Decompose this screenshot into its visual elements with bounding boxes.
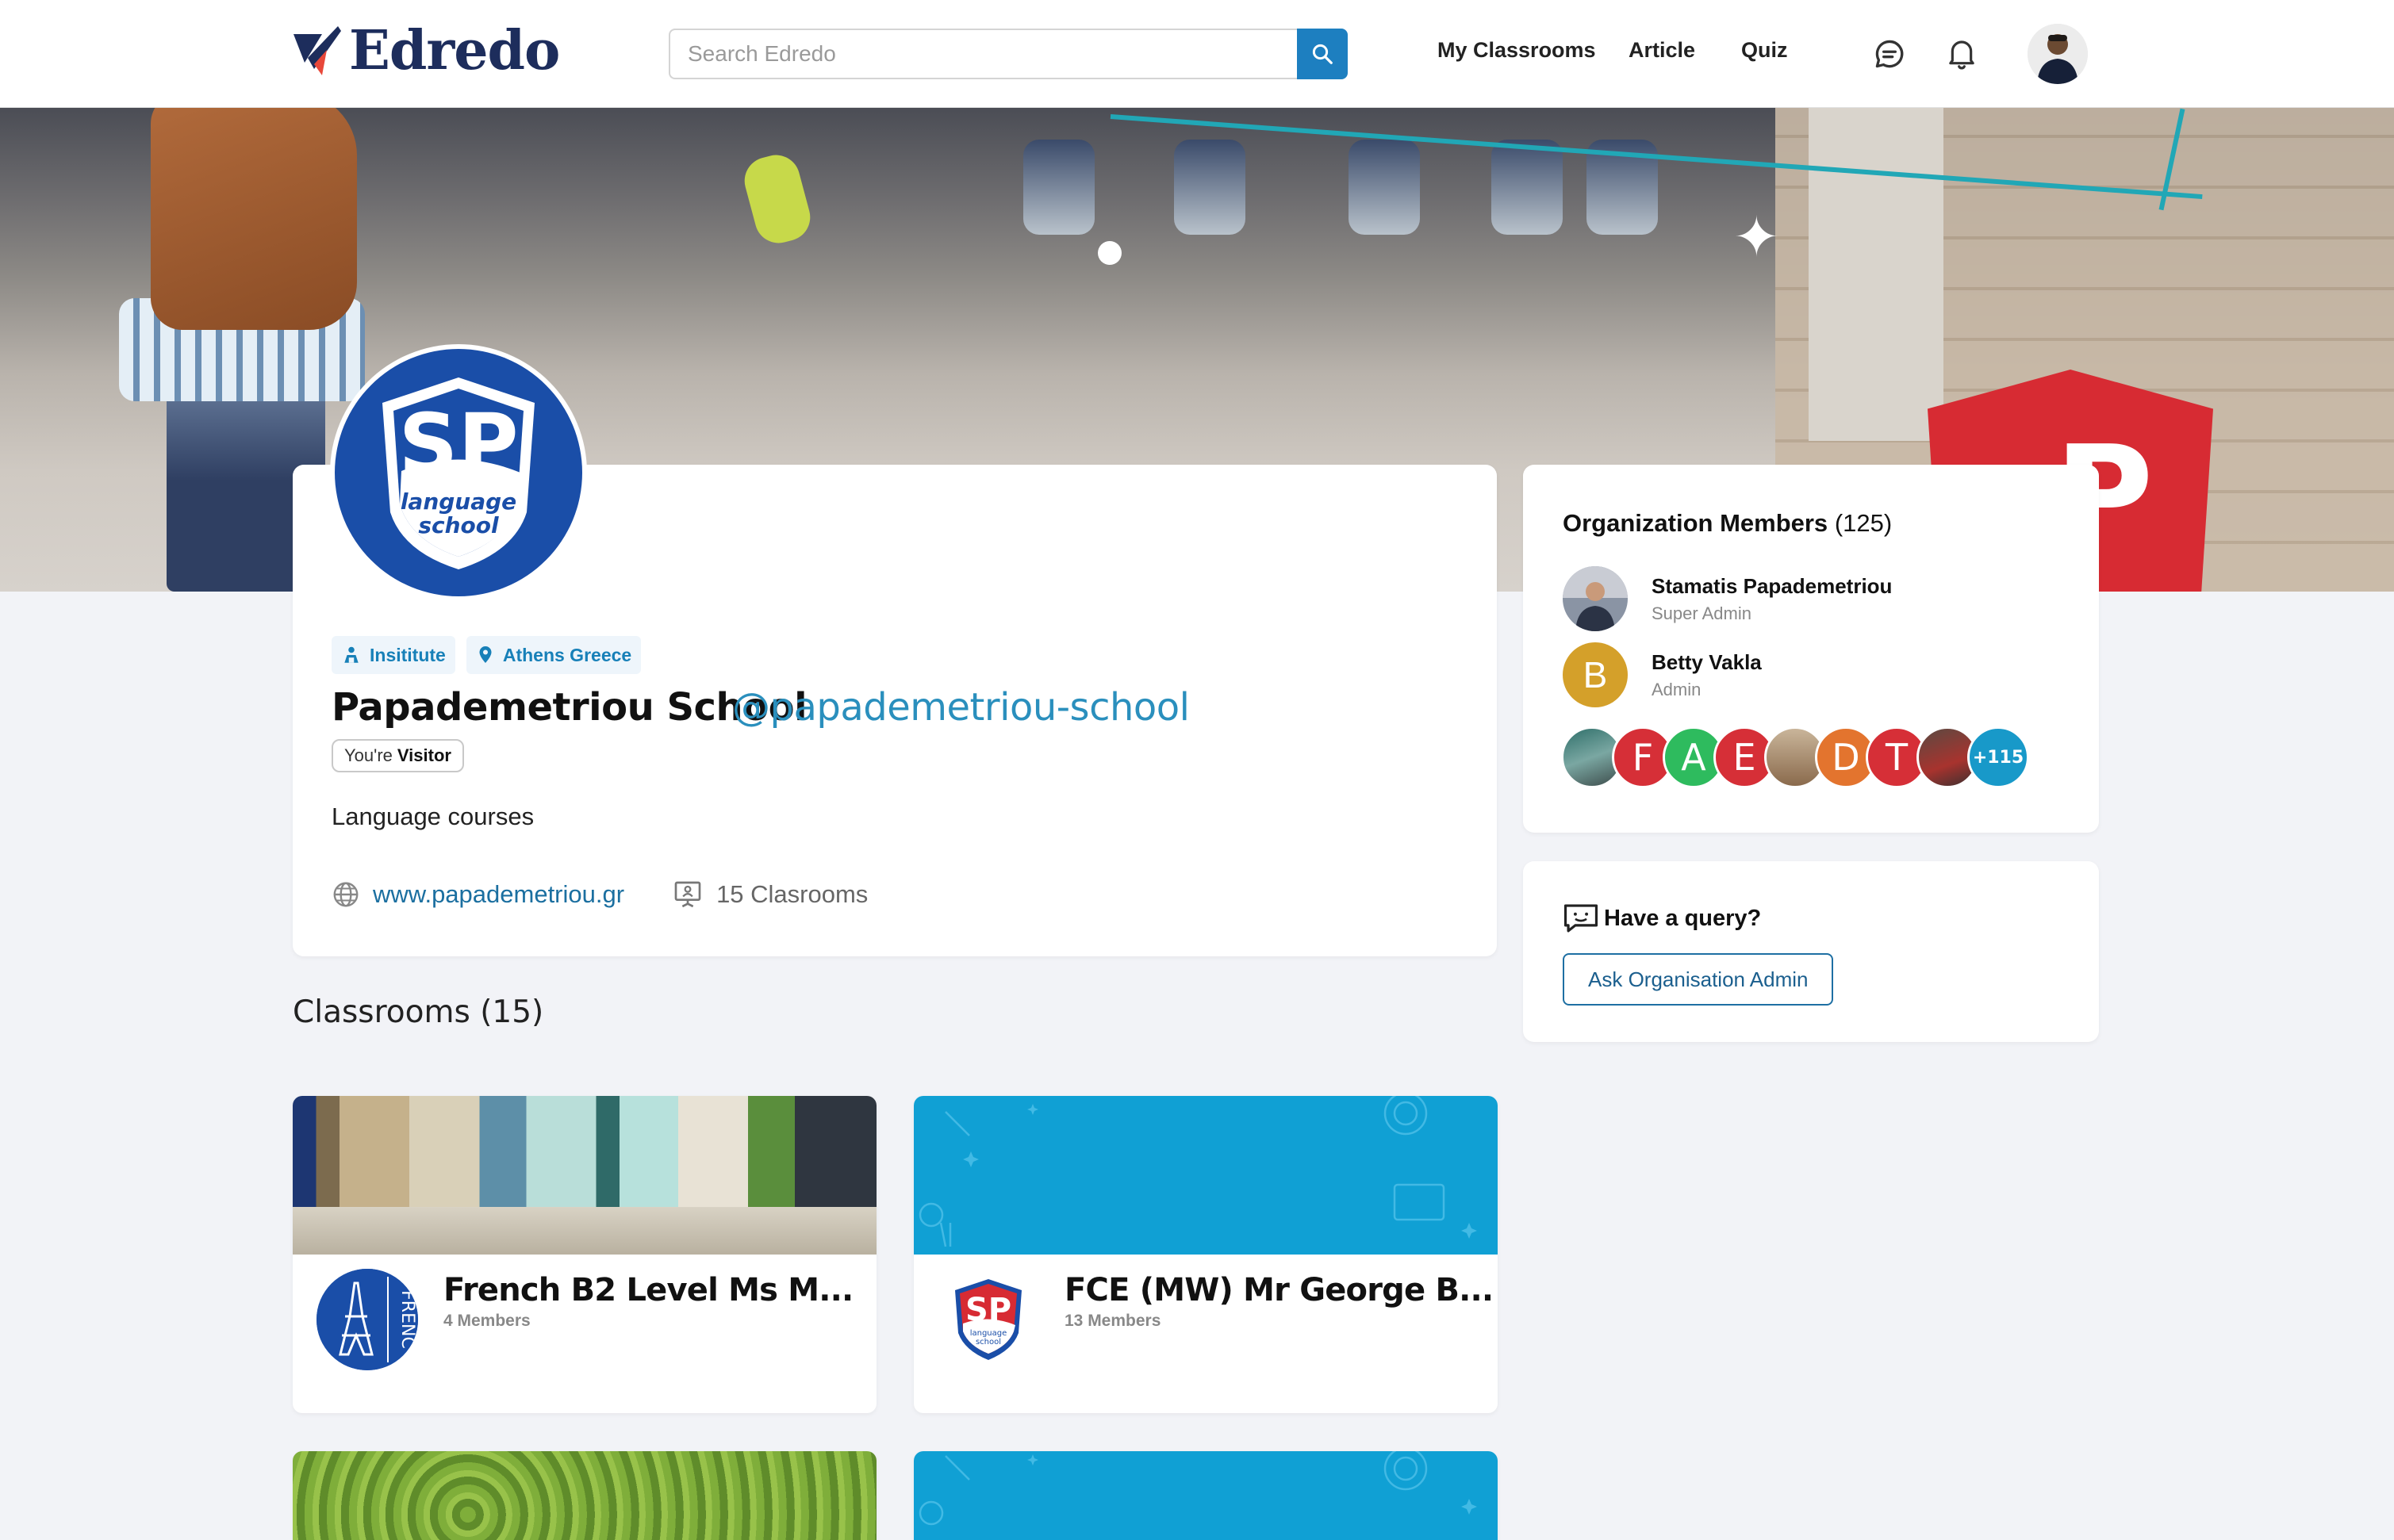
organization-description: Language courses: [332, 803, 535, 830]
classroom-board-icon: [674, 881, 701, 908]
classrooms-section-title: Classrooms (15): [293, 994, 544, 1030]
eiffel-tower-icon: FRENC: [317, 1269, 418, 1370]
location-tag-label: Athens Greece: [502, 644, 632, 665]
location-pin-icon: [479, 646, 492, 663]
organization-tags: Insititute Athens Greece: [332, 636, 642, 674]
members-title-label: Organization Members: [1563, 509, 1828, 537]
classroom-pattern-icons: [919, 1451, 1477, 1526]
chat-bubble-icon: [1875, 40, 1904, 68]
query-title: Have a query?: [1563, 902, 1761, 934]
ask-organisation-admin-button[interactable]: Ask Organisation Admin: [1563, 953, 1834, 1006]
search-icon: [1312, 44, 1333, 64]
classroom-title[interactable]: French B2 Level Ms M...: [443, 1272, 854, 1308]
organization-handle: @papademetriou-school: [732, 685, 1190, 730]
member-avatar-stack[interactable]: F A E D T +115: [1561, 726, 2029, 788]
nav-article[interactable]: Article: [1629, 38, 1695, 63]
query-title-label: Have a query?: [1604, 905, 1762, 931]
classrooms-count[interactable]: 15 Clasrooms: [716, 880, 868, 909]
cover-feet: [1349, 140, 1420, 235]
cover-bag: [151, 108, 357, 330]
classroom-cover-pattern: [914, 1096, 1498, 1255]
user-avatar[interactable]: [2028, 24, 2088, 84]
classroom-cover-image: [293, 1096, 877, 1255]
globe-icon: [333, 882, 359, 907]
search-bar: [669, 29, 1348, 79]
sp-shield-logo-icon: SP language school: [955, 1279, 1022, 1360]
classroom-logo-sub-1: language: [970, 1329, 1007, 1338]
edredo-logo[interactable]: Edredo: [290, 19, 560, 82]
classroom-card[interactable]: SP language school FCE (MW) Mr George B.…: [914, 1096, 1498, 1413]
nav-my-classrooms[interactable]: My Classrooms: [1437, 38, 1596, 63]
classroom-logo-sub-2: school: [976, 1338, 1001, 1347]
search-button[interactable]: [1297, 29, 1348, 79]
members-title: Organization Members (125): [1563, 509, 1892, 538]
visitor-prefix: You're: [344, 745, 393, 765]
members-count: (125): [1834, 509, 1893, 537]
member-name: Stamatis Papademetriou: [1652, 573, 1893, 598]
website-link[interactable]: www.papademetriou.gr: [373, 880, 624, 909]
message-smile-icon: [1563, 904, 1598, 933]
cover-feet: [1491, 140, 1563, 235]
classroom-card[interactable]: [914, 1451, 1498, 1540]
organization-logo: SP language school: [330, 344, 587, 601]
visitor-status-badge: You're Visitor: [332, 739, 464, 772]
member-row[interactable]: Stamatis Papademetriou Super Admin: [1563, 566, 1892, 631]
logo-text: Edredo: [349, 19, 560, 82]
member-initial: B: [1583, 654, 1608, 695]
visitor-role: Visitor: [397, 745, 451, 765]
logo-subtitle-1: language: [401, 488, 516, 515]
classroom-logo: FRENC: [317, 1269, 418, 1370]
member-avatar: B: [1563, 642, 1628, 707]
classroom-logo-letters: SP: [965, 1292, 1011, 1328]
location-tag: Athens Greece: [466, 636, 642, 674]
member-avatar: [1563, 566, 1628, 631]
nav-quiz[interactable]: Quiz: [1741, 38, 1788, 63]
cover-feet: [1174, 140, 1245, 235]
more-members-badge: +115: [1967, 726, 2029, 788]
notifications-button[interactable]: [1943, 35, 1981, 73]
cover-decoration-dot: [1098, 241, 1122, 265]
type-tag: Insititute: [332, 636, 455, 674]
cover-pillar: [1809, 108, 1943, 441]
sp-shield-logo-icon: SP language school: [382, 377, 535, 569]
logo-subtitle-2: school: [418, 512, 499, 538]
classroom-logo: SP language school: [938, 1269, 1039, 1370]
messages-button[interactable]: [1870, 35, 1909, 73]
classroom-cover-image: [293, 1451, 877, 1540]
organization-members-card: Organization Members (125) Stamatis Papa…: [1523, 465, 2099, 833]
classroom-members-count: 13 Members: [1065, 1312, 1161, 1330]
member-role: Super Admin: [1652, 603, 1751, 623]
classroom-cover-pattern: [914, 1451, 1498, 1540]
classroom-card[interactable]: [293, 1451, 877, 1540]
classroom-members-count: 4 Members: [443, 1312, 531, 1330]
organization-links: www.papademetriou.gr 15 Clasrooms: [332, 879, 868, 910]
logo-letters: SP: [398, 396, 518, 492]
institute-icon: [344, 646, 359, 663]
search-input[interactable]: [669, 29, 1297, 79]
classroom-card[interactable]: FRENC French B2 Level Ms M... 4 Members: [293, 1096, 877, 1413]
cover-shoe: [739, 149, 816, 249]
member-name: Betty Vakla: [1652, 649, 1762, 674]
classroom-logo-text: FRENC: [397, 1290, 417, 1349]
edredo-logo-icon: [293, 26, 341, 75]
cover-feet: [1023, 140, 1095, 235]
type-tag-label: Insititute: [370, 644, 446, 665]
member-row[interactable]: B Betty Vakla Admin: [1563, 642, 1762, 707]
user-avatar-image: [2028, 24, 2088, 84]
query-card: Have a query? Ask Organisation Admin: [1523, 861, 2099, 1042]
cover-star-icon: ✦: [1733, 206, 1780, 268]
classroom-pattern-icons: [919, 1096, 1477, 1247]
classroom-title[interactable]: FCE (MW) Mr George B...: [1065, 1272, 1494, 1308]
bell-icon: [1949, 40, 1974, 70]
member-role: Admin: [1652, 679, 1702, 699]
top-navigation-bar: Edredo My Classrooms Article Quiz: [0, 0, 2394, 108]
